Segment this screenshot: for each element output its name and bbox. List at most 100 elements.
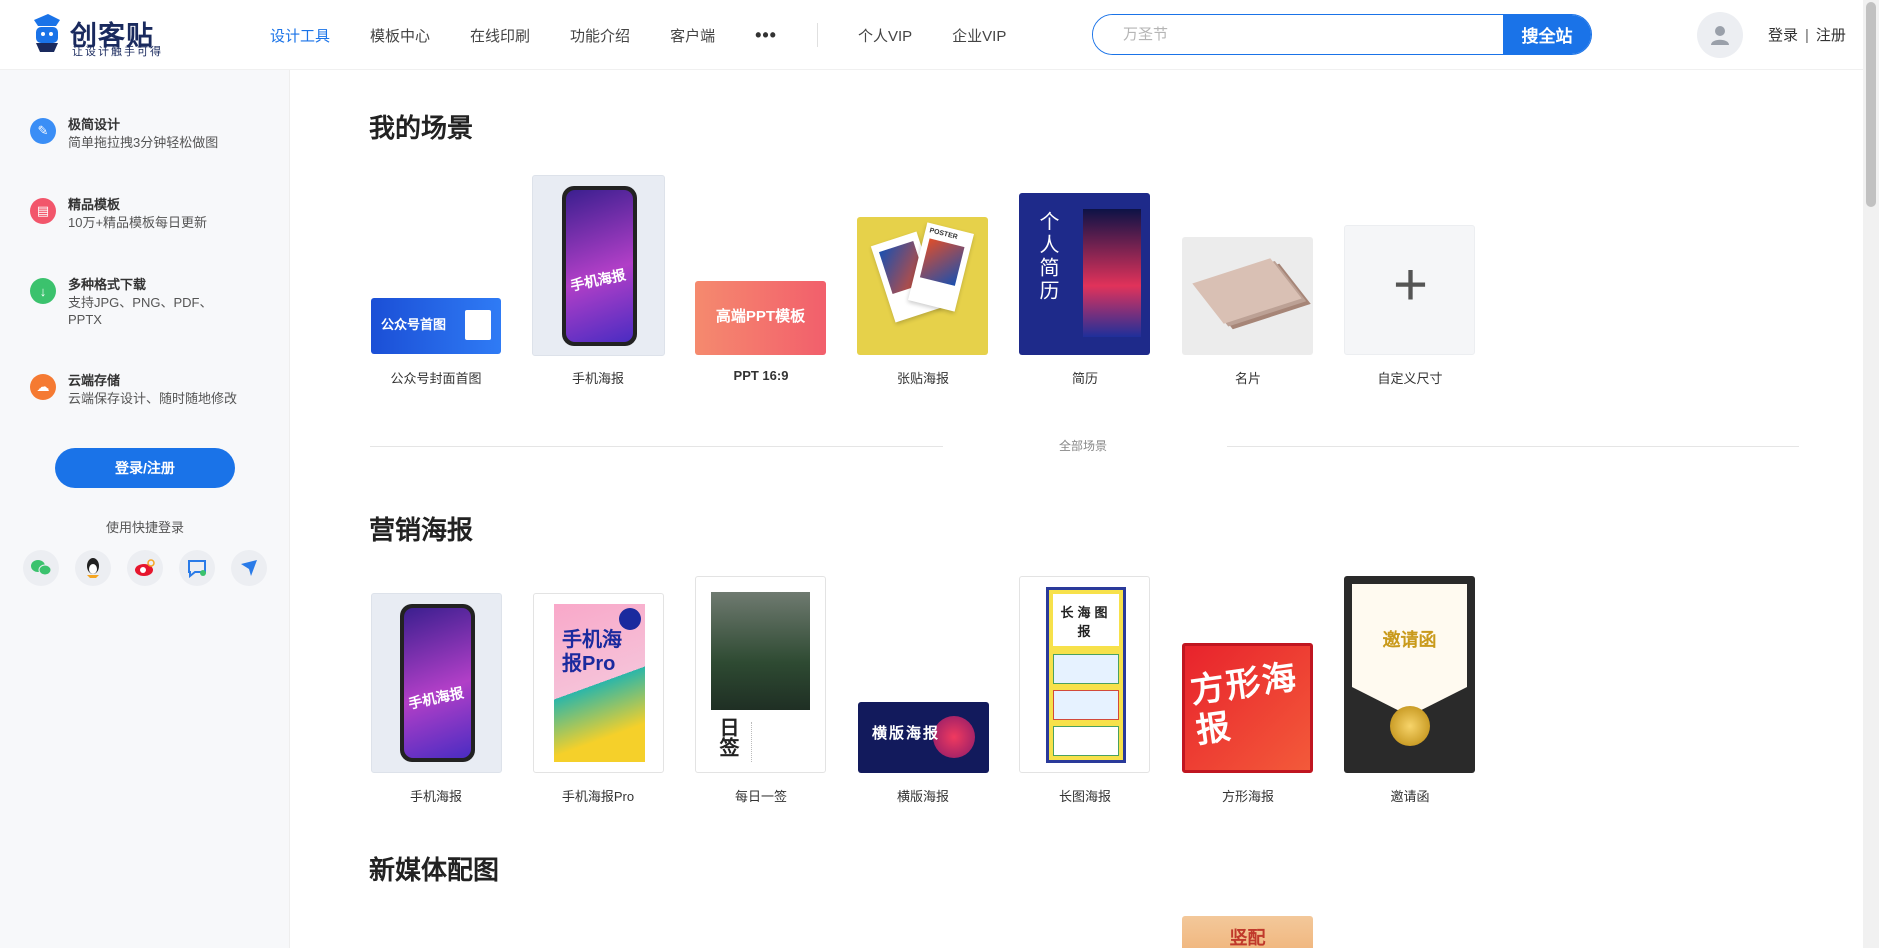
- user-icon: [1711, 26, 1729, 45]
- avatar[interactable]: [1697, 12, 1743, 58]
- all-scenes-link[interactable]: 全部场景: [1059, 437, 1107, 454]
- template-icon: ▤: [30, 198, 56, 224]
- thumb-text: 方形海报: [1188, 658, 1301, 751]
- card-stack: [1192, 258, 1302, 324]
- thumb-text: 手机海报: [406, 684, 466, 712]
- plus-icon: +: [1392, 251, 1429, 318]
- thumb-text: 竖配: [1229, 928, 1266, 948]
- scene-label: 自定义尺寸: [1377, 371, 1443, 386]
- search-input[interactable]: [1093, 15, 1503, 54]
- daily-photo: [711, 592, 810, 710]
- scene-label: 简历: [1071, 371, 1098, 386]
- thumb-mobile-poster-pro: 手机海报Pro: [533, 593, 664, 773]
- divider-right: [1227, 446, 1799, 447]
- quick-login-label: 使用快捷登录: [105, 520, 184, 535]
- nav-features[interactable]: 功能介绍: [570, 25, 630, 46]
- nav-personal-vip[interactable]: 个人VIP: [858, 25, 912, 46]
- thumb-text: 横版海报: [872, 725, 941, 742]
- thumb-mobile-poster: 手机海报: [532, 175, 665, 356]
- poster-pro-art: 手机海报Pro: [554, 604, 645, 762]
- thumb-text: 手机海报: [568, 266, 628, 294]
- nav-enterprise-vip[interactable]: 企业VIP: [952, 25, 1006, 46]
- thumb-resume: 个人简历: [1019, 193, 1150, 355]
- thumb-ppt: 高端PPT模板: [695, 281, 826, 355]
- thumb-text: 个人简历: [1036, 211, 1058, 303]
- divider-left: [370, 446, 943, 447]
- feature-desc: 云端保存设计、随时随地修改: [68, 391, 238, 406]
- new-media-card-peek[interactable]: 竖配: [1182, 916, 1313, 948]
- thumb-business-card: [1182, 237, 1313, 355]
- feature-title: 云端存储: [68, 373, 121, 388]
- feature-desc: 10万+精品模板每日更新: [68, 215, 208, 230]
- daily-text-lines: [751, 722, 801, 762]
- logo-mascot-icon: [34, 14, 60, 52]
- resume-photo: [1083, 209, 1141, 337]
- search-bar: 搜全站: [1092, 14, 1592, 55]
- long-poster-art: 长海图报: [1046, 587, 1126, 763]
- thumb-square-poster: 方形海报: [1182, 643, 1313, 773]
- login-register-button[interactable]: 登录/注册: [55, 448, 235, 488]
- marketing-label: 横版海报: [896, 789, 949, 804]
- marketing-label: 手机海报Pro: [561, 789, 635, 804]
- download-icon: ↓: [30, 278, 56, 304]
- thumb-text: 高端PPT模板: [715, 308, 806, 325]
- wechat-icon[interactable]: [23, 550, 59, 586]
- dingtalk-icon[interactable]: [179, 550, 215, 586]
- nav-client[interactable]: 客户端: [670, 25, 715, 46]
- thumb-wechat-cover: 公众号首图: [371, 298, 501, 354]
- pencil-icon: ✎: [30, 118, 56, 144]
- feature-title: 多种格式下载: [68, 277, 147, 292]
- gold-bow: [1390, 706, 1430, 746]
- weibo-icon[interactable]: [127, 550, 163, 586]
- thumb-invitation: 邀请函: [1344, 576, 1475, 773]
- thumb-mobile-poster: 手机海报: [371, 593, 502, 773]
- scene-label: PPT 16:9: [733, 368, 789, 383]
- nav-more-icon[interactable]: •••: [755, 25, 777, 46]
- top-header: 创客贴 让设计触手可得 设计工具 模板中心 在线印刷 功能介绍 客户端 ••• …: [0, 0, 1863, 70]
- auth-separator: |: [1805, 27, 1809, 44]
- brand-logo[interactable]: 创客贴 让设计触手可得: [30, 10, 170, 58]
- brand-slogan: 让设计触手可得: [72, 46, 163, 58]
- marketing-label: 方形海报: [1221, 789, 1274, 804]
- thumb-text: 日签: [716, 717, 738, 757]
- section-title-new-media: 新媒体配图: [369, 855, 500, 885]
- nav-design-tools[interactable]: 设计工具: [270, 25, 330, 46]
- feature-desc: 支持JPG、PNG、PDF、PPTX: [68, 295, 213, 327]
- nav-divider: [816, 23, 818, 47]
- marketing-label: 每日一签: [734, 789, 787, 804]
- thumb-text: 邀请函: [1382, 630, 1437, 650]
- laptop-illustration: [465, 310, 491, 340]
- cloud-icon: ☁: [30, 374, 56, 400]
- section-title-marketing: 营销海报: [369, 515, 474, 545]
- vertical-scrollbar[interactable]: [1863, 0, 1879, 948]
- scene-label: 张贴海报: [896, 371, 949, 386]
- qq-icon[interactable]: [75, 550, 111, 586]
- nav-online-print[interactable]: 在线印刷: [470, 25, 530, 46]
- phone-frame: 手机海报: [562, 186, 637, 346]
- nav-template-center[interactable]: 模板中心: [370, 25, 430, 46]
- thumb-text: 长海图报: [1053, 594, 1119, 646]
- left-sidebar: ✎ 极简设计 简单拖拉拽3分钟轻松做图 ▤ 精品模板 10万+精品模板每日更新 …: [0, 70, 290, 948]
- thumb-long-poster: 长海图报: [1019, 576, 1150, 773]
- main-nav: 设计工具 模板中心 在线印刷 功能介绍 客户端 ••• 个人VIP 企业VIP: [270, 0, 1046, 70]
- search-button[interactable]: 搜全站: [1503, 15, 1591, 54]
- thumb-landscape-poster: 横版海报: [858, 702, 989, 773]
- scrollbar-thumb[interactable]: [1866, 2, 1876, 207]
- register-link[interactable]: 注册: [1816, 27, 1846, 44]
- invitation-card: 邀请函: [1352, 584, 1467, 716]
- thumb-text: 手机海报Pro: [562, 629, 622, 675]
- thumb-text: 公众号首图: [381, 317, 447, 332]
- scene-label: 公众号封面首图: [390, 371, 482, 386]
- thumb-daily-sign: 日签: [695, 576, 826, 773]
- feishu-icon[interactable]: [231, 550, 267, 586]
- feature-desc: 简单拖拉拽3分钟轻松做图: [68, 135, 219, 150]
- auth-links: 登录 | 注册: [1768, 24, 1846, 45]
- scene-label: 名片: [1234, 371, 1261, 386]
- marketing-label: 长图海报: [1058, 789, 1111, 804]
- feature-title: 极简设计: [68, 117, 121, 132]
- marketing-label: 手机海报: [409, 789, 462, 804]
- scene-label: 手机海报: [571, 371, 624, 386]
- login-link[interactable]: 登录: [1768, 27, 1798, 44]
- phone-frame: 手机海报: [400, 604, 475, 762]
- main-content: 我的场景 公众号首图 公众号封面首图 手机海报 手机海报 高端PPT模板 PPT…: [291, 70, 1863, 948]
